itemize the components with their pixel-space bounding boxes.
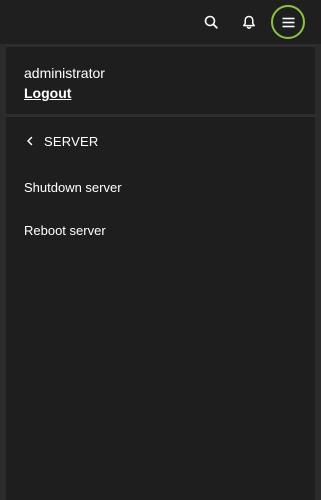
app-window: administrator Logout SERVER Shutdown ser… bbox=[0, 0, 321, 500]
shutdown-server-item[interactable]: Shutdown server bbox=[24, 180, 122, 195]
hamburger-menu-icon bbox=[282, 17, 294, 27]
top-bar bbox=[0, 0, 321, 44]
main-menu-button[interactable] bbox=[271, 5, 305, 39]
menu-panel: administrator Logout SERVER Shutdown ser… bbox=[6, 44, 315, 500]
chevron-left-icon bbox=[27, 136, 33, 146]
right-background-strip bbox=[315, 44, 321, 500]
username: administrator bbox=[24, 65, 105, 81]
logout-link[interactable]: Logout bbox=[24, 84, 71, 102]
reboot-server-item[interactable]: Reboot server bbox=[24, 223, 106, 238]
notifications-button[interactable] bbox=[233, 6, 265, 38]
search-icon bbox=[204, 15, 218, 29]
back-to-parent-menu[interactable]: SERVER bbox=[24, 131, 98, 151]
search-button[interactable] bbox=[195, 6, 227, 38]
divider bbox=[6, 114, 315, 117]
bell-icon bbox=[243, 15, 255, 29]
submenu-title: SERVER bbox=[44, 133, 99, 149]
user-block: administrator Logout bbox=[24, 64, 105, 103]
